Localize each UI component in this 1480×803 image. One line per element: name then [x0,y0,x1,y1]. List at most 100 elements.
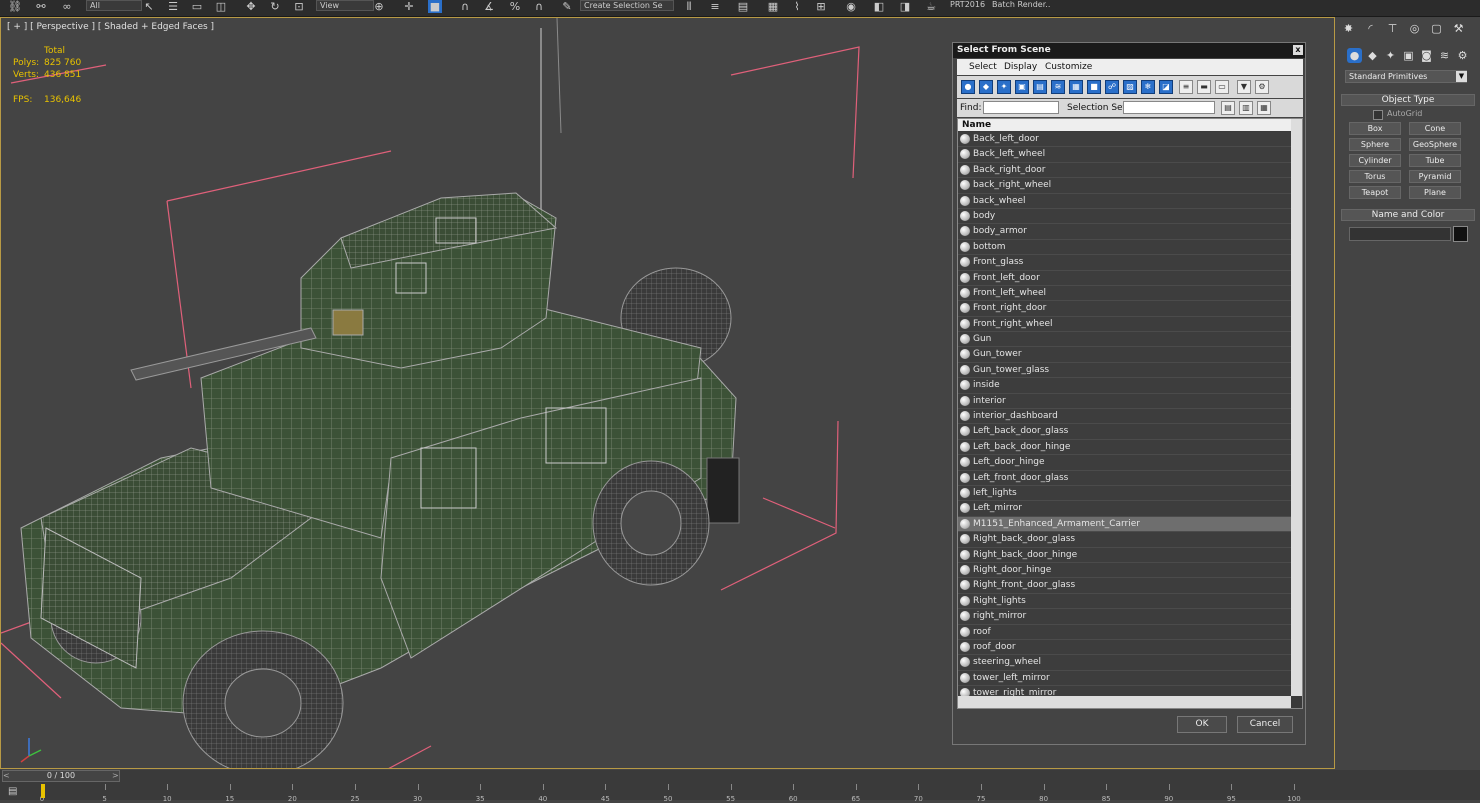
display-frozen-icon[interactable]: ❄ [1141,80,1155,94]
remove-from-selection-set-icon[interactable]: ▦ [1257,101,1271,115]
hierarchy-tab-icon[interactable]: ⊤ [1385,21,1400,36]
render-setup-icon[interactable]: ◧ [872,0,886,13]
motion-tab-icon[interactable]: ◎ [1407,21,1422,36]
display-containers-icon[interactable]: ▨ [1123,80,1137,94]
angle-snap-icon[interactable]: ∡ [482,0,496,13]
mirror-icon[interactable]: ⫴ [682,0,696,13]
display-none-icon[interactable]: ▬ [1197,80,1211,94]
vertical-scrollbar[interactable] [1291,119,1302,696]
list-item[interactable]: Left_door_hinge [958,455,1291,471]
display-shapes-icon[interactable]: ◆ [979,80,993,94]
list-item[interactable]: Left_back_door_glass [958,424,1291,440]
spacewarps-icon[interactable]: ≋ [1437,48,1452,63]
list-item[interactable]: Right_back_door_glass [958,532,1291,548]
display-groups-icon[interactable]: ▦ [1069,80,1083,94]
shapes-icon[interactable]: ◆ [1365,48,1380,63]
render-frame-icon[interactable]: ◨ [898,0,912,13]
list-item[interactable]: Left_mirror [958,501,1291,517]
teapot-button[interactable]: Teapot [1349,186,1401,199]
schematic-view-icon[interactable]: ⊞ [814,0,828,13]
list-item[interactable]: Right_door_hinge [958,562,1291,579]
current-frame-marker[interactable] [41,784,45,798]
display-helpers-icon[interactable]: ▤ [1033,80,1047,94]
cylinder-button[interactable]: Cylinder [1349,154,1401,167]
display-tab-icon[interactable]: ▢ [1429,21,1444,36]
list-item[interactable]: Gun [958,332,1291,348]
create-tab-icon[interactable]: ✸ [1341,21,1356,36]
menu-select[interactable]: Select [969,59,997,75]
display-all-icon[interactable]: ≡ [1179,80,1193,94]
create-selection-set-icon[interactable]: ▤ [1221,101,1235,115]
time-slider[interactable]: 0 / 100 [2,770,120,782]
list-item[interactable]: interior [958,393,1291,410]
display-lights-icon[interactable]: ✦ [997,80,1011,94]
list-item[interactable]: roof_door [958,639,1291,656]
mini-curve-editor-icon[interactable]: ▤ [8,786,22,798]
render-production-icon[interactable]: ☕ [924,0,938,13]
list-item[interactable]: back_wheel [958,193,1291,209]
reference-coordinate-dropdown[interactable]: View [316,0,374,11]
list-item[interactable]: body [958,208,1291,225]
name-and-color-rollout-header[interactable]: Name and Color [1341,209,1475,221]
layer-explorer-icon[interactable]: ▤ [736,0,750,13]
select-manipulate-icon[interactable]: ✛ [402,0,416,13]
batch-render-label[interactable]: Batch Render... [992,0,1050,9]
list-item[interactable]: steering_wheel [958,655,1291,671]
display-geometry-icon[interactable]: ● [961,80,975,94]
viewport-label[interactable]: [ + ] [ Perspective ] [ Shaded + Edged F… [7,22,214,32]
list-item[interactable]: Gun_tower_glass [958,362,1291,379]
object-name-input[interactable] [1349,227,1451,241]
lights-icon[interactable]: ✦ [1383,48,1398,63]
utilities-tab-icon[interactable]: ⚒ [1451,21,1466,36]
list-item[interactable]: right_mirror [958,609,1291,625]
link-icon[interactable]: ⛓ [8,0,22,13]
rect-selection-icon[interactable]: ▭ [190,0,204,13]
curve-editor-icon[interactable]: ⌇ [790,0,804,13]
frame-ruler[interactable]: 0 5 10 15 20 25 30 35 40 45 50 55 60 65 70 75 80 85 90 95 10… [40,784,1301,803]
next-frame-icon[interactable]: > [112,771,119,780]
list-item[interactable]: Right_back_door_hinge [958,547,1291,563]
move-icon[interactable]: ✥ [244,0,258,13]
list-item[interactable]: back_right_wheel [958,178,1291,194]
list-item[interactable]: left_lights [958,485,1291,502]
pivot-center-icon[interactable]: ⊕ [372,0,386,13]
category-dropdown[interactable]: Standard Primitives [1345,70,1467,83]
align-icon[interactable]: ≡ [708,0,722,13]
menu-customize[interactable]: Customize [1045,59,1092,75]
named-selection-set-dropdown[interactable]: Create Selection Se [580,0,674,11]
list-item[interactable]: body_armor [958,224,1291,240]
scale-icon[interactable]: ⊡ [292,0,306,13]
list-item[interactable]: Back_left_wheel [958,147,1291,163]
horizontal-scrollbar[interactable] [958,696,1291,708]
display-invert-icon[interactable]: ▭ [1215,80,1229,94]
list-item[interactable]: Front_right_wheel [958,316,1291,333]
box-button[interactable]: Box [1349,122,1401,135]
list-item[interactable]: M1151_Enhanced_Armament_Carrier [958,516,1291,533]
find-input[interactable] [983,101,1059,114]
cameras-icon[interactable]: ▣ [1401,48,1416,63]
list-item[interactable]: Left_front_door_glass [958,470,1291,486]
cancel-button[interactable]: Cancel [1237,716,1293,733]
edit-named-selection-icon[interactable]: ✎ [560,0,574,13]
snap-toggle-icon[interactable]: ∩ [458,0,472,13]
graphite-toolbar-icon[interactable]: ▦ [766,0,780,13]
list-item[interactable]: Right_lights [958,593,1291,610]
modify-tab-icon[interactable]: ◜ [1363,21,1378,36]
list-item[interactable]: bottom [958,239,1291,256]
name-column-header[interactable]: Name [958,119,1291,131]
object-type-rollout-header[interactable]: Object Type [1341,94,1475,106]
list-item[interactable]: Gun_tower [958,347,1291,363]
keyboard-shortcut-icon[interactable]: ■ [428,0,442,13]
list-item[interactable]: Front_right_door [958,301,1291,317]
display-xrefs-icon[interactable]: ■ [1087,80,1101,94]
window-crossing-icon[interactable]: ◫ [214,0,228,13]
display-hidden-icon[interactable]: ◪ [1159,80,1173,94]
geometry-icon[interactable]: ● [1347,48,1362,63]
spinner-snap-icon[interactable]: ∩ [532,0,546,13]
list-item[interactable]: Right_front_door_glass [958,578,1291,594]
tube-button[interactable]: Tube [1409,154,1461,167]
select-object-icon[interactable]: ↖ [142,0,156,13]
object-color-swatch[interactable] [1453,226,1468,242]
close-button[interactable]: x [1293,45,1303,55]
display-spacewarps-icon[interactable]: ≋ [1051,80,1065,94]
